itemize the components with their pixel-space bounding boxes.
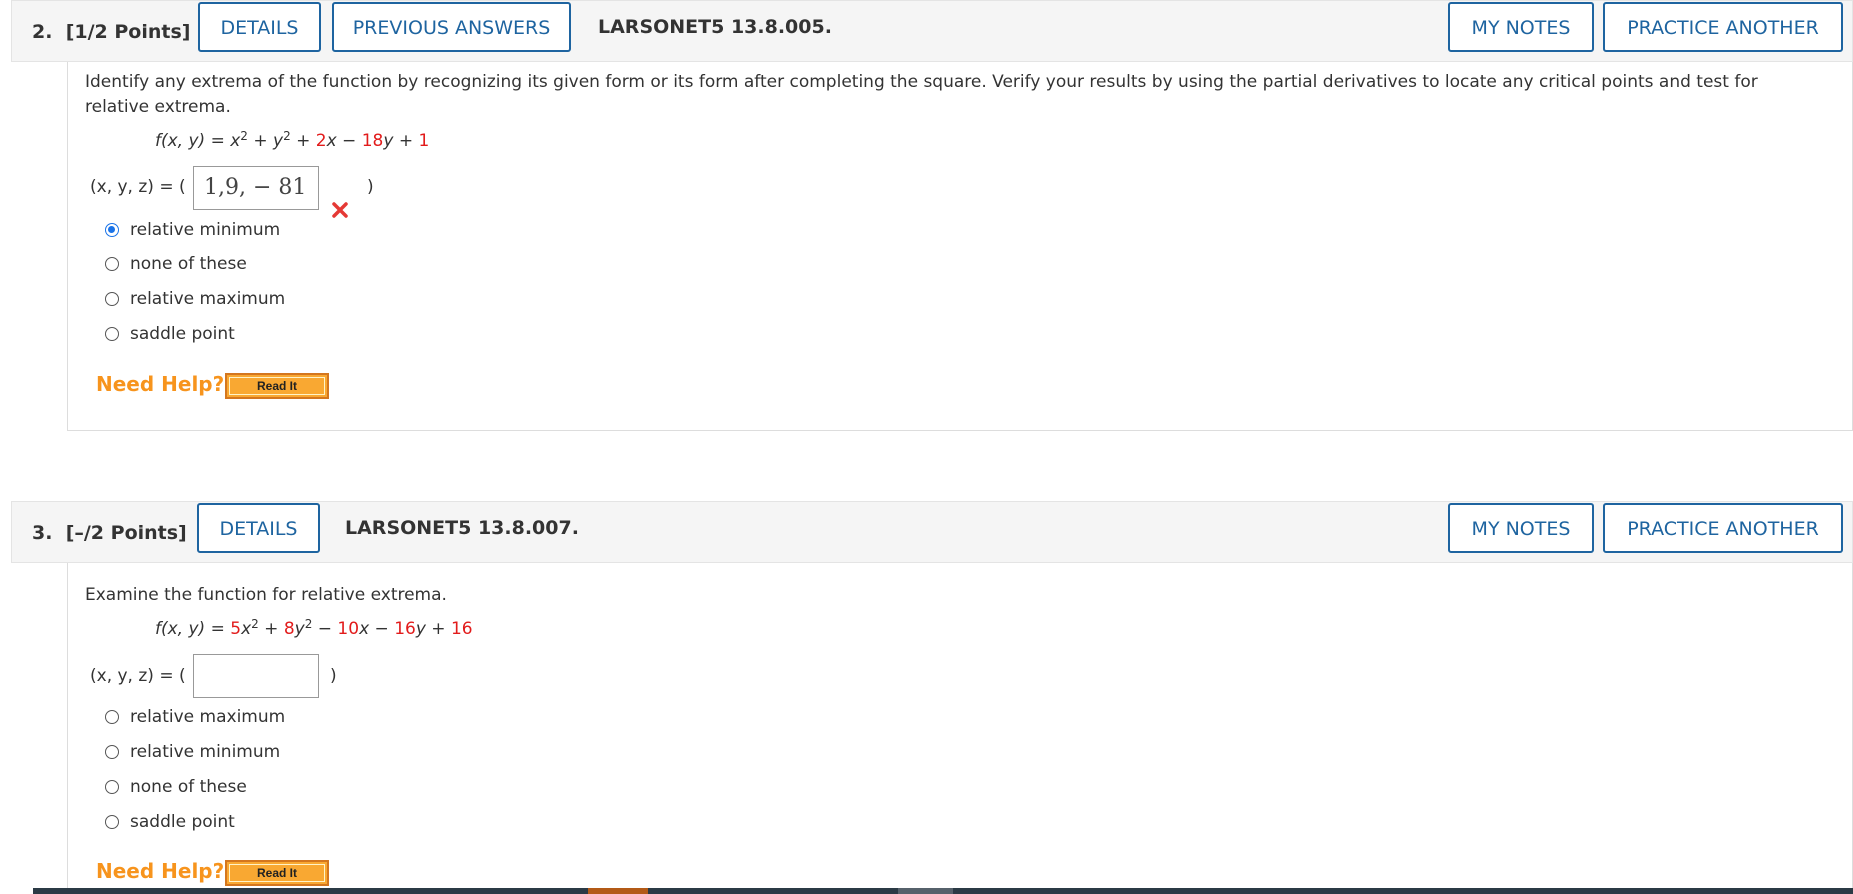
radio-icon[interactable] bbox=[105, 710, 119, 724]
q3-details-button[interactable]: DETAILS bbox=[197, 503, 320, 553]
q3-body bbox=[67, 563, 1853, 894]
q2-points-label: 2. [1/2 Points] bbox=[32, 21, 191, 43]
q2-close-paren: ) bbox=[367, 177, 374, 197]
taskbar-segment bbox=[588, 888, 648, 894]
q3-header: 3. [–/2 Points] DETAILS LARSONET5 13.8.0… bbox=[11, 501, 1853, 563]
q3-points-label: 3. [–/2 Points] bbox=[32, 522, 187, 544]
q3-practice-another-button[interactable]: PRACTICE ANOTHER bbox=[1603, 503, 1843, 553]
radio-icon[interactable] bbox=[105, 815, 119, 829]
q2-option-none-of-these[interactable]: none of these bbox=[105, 252, 247, 276]
q3-problem-id: LARSONET5 13.8.007. bbox=[345, 517, 579, 539]
q2-option-saddle-point[interactable]: saddle point bbox=[105, 322, 235, 346]
q3-option-relative-minimum[interactable]: relative minimum bbox=[105, 740, 280, 764]
q3-option-relative-maximum[interactable]: relative maximum bbox=[105, 705, 285, 729]
radio-icon[interactable] bbox=[105, 780, 119, 794]
q3-option-saddle-point[interactable]: saddle point bbox=[105, 810, 235, 834]
q2-prompt: Identify any extrema of the function by … bbox=[85, 72, 1758, 117]
radio-icon[interactable] bbox=[105, 745, 119, 759]
q2-previous-answers-button[interactable]: PREVIOUS ANSWERS bbox=[332, 2, 571, 52]
q2-option-relative-maximum[interactable]: relative maximum bbox=[105, 287, 285, 311]
q3-option-none-of-these[interactable]: none of these bbox=[105, 775, 247, 799]
q2-header: 2. [1/2 Points] DETAILS PREVIOUS ANSWERS… bbox=[11, 0, 1853, 62]
q2-read-it-button[interactable]: Read It bbox=[225, 373, 329, 399]
q3-formula: f(x, y) = 5x2 + 8y2 − 10x − 16y + 16 bbox=[155, 617, 473, 639]
radio-icon[interactable] bbox=[105, 327, 119, 341]
q3-answer-input[interactable] bbox=[193, 654, 319, 698]
q2-problem-id: LARSONET5 13.8.005. bbox=[598, 16, 832, 38]
q3-my-notes-button[interactable]: MY NOTES bbox=[1448, 503, 1594, 553]
q2-practice-another-button[interactable]: PRACTICE ANOTHER bbox=[1603, 2, 1843, 52]
q2-formula: f(x, y) = x2 + y2 + 2x − 18y + 1 bbox=[155, 129, 430, 151]
q3-need-help: Need Help? bbox=[96, 859, 225, 883]
q2-answer-input[interactable]: 1,9, − 81 bbox=[193, 166, 319, 210]
q3-prompt: Examine the function for relative extrem… bbox=[85, 585, 447, 605]
radio-checked-icon[interactable] bbox=[105, 223, 119, 237]
taskbar-strip bbox=[33, 888, 1853, 894]
radio-icon[interactable] bbox=[105, 257, 119, 271]
q2-my-notes-button[interactable]: MY NOTES bbox=[1448, 2, 1594, 52]
q2-answer-label: (x, y, z) = ( bbox=[90, 177, 186, 197]
q3-answer-label: (x, y, z) = ( bbox=[90, 666, 186, 686]
q3-close-paren: ) bbox=[330, 666, 337, 686]
q3-read-it-button[interactable]: Read It bbox=[225, 860, 329, 886]
radio-icon[interactable] bbox=[105, 292, 119, 306]
q2-details-button[interactable]: DETAILS bbox=[198, 2, 321, 52]
q2-need-help: Need Help? bbox=[96, 372, 225, 396]
q2-option-relative-minimum[interactable]: relative minimum bbox=[105, 218, 280, 242]
taskbar-segment bbox=[898, 888, 953, 894]
incorrect-x-icon bbox=[332, 202, 348, 218]
